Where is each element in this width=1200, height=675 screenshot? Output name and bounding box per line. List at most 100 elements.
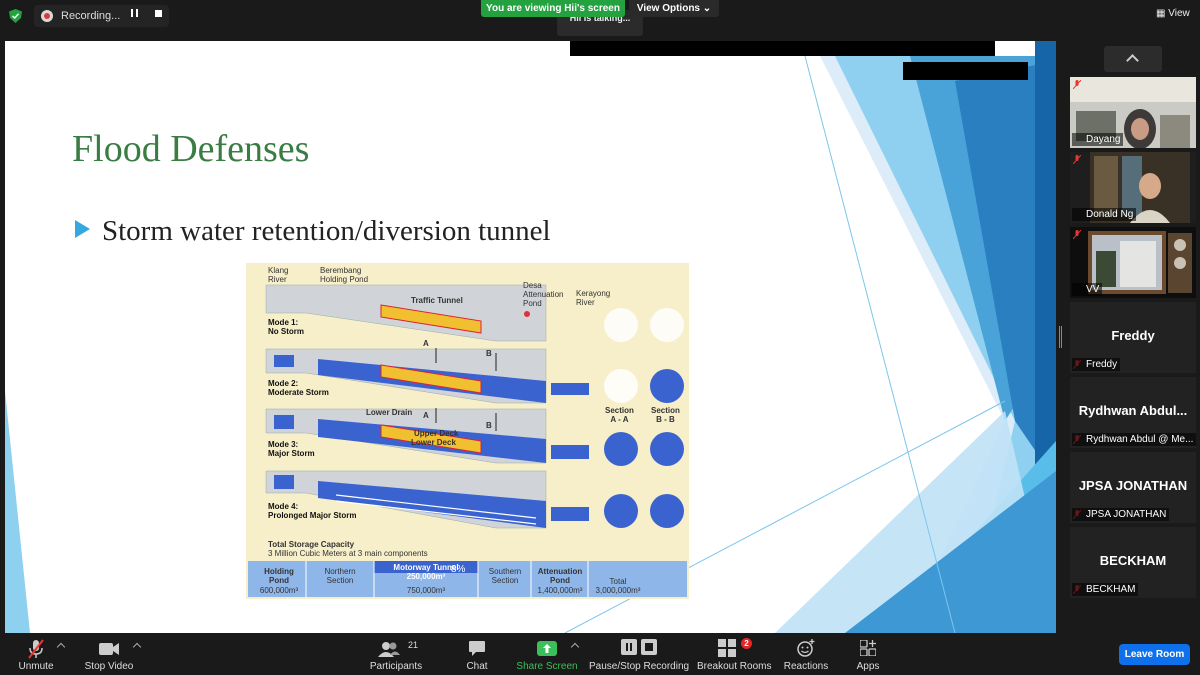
participant-name: Rydhwan Abdul @ Me... xyxy=(1072,433,1196,446)
apps-button[interactable]: Apps xyxy=(848,635,888,675)
klang-river-label: Klang River xyxy=(268,266,289,284)
chevron-up-icon xyxy=(1126,54,1139,67)
arrow-b-label: B xyxy=(486,421,492,430)
stop-recording-icon[interactable] xyxy=(155,10,162,17)
recording-label: Recording... xyxy=(61,10,121,22)
view-button[interactable]: ▦ View xyxy=(1156,8,1190,19)
table-motorway-pct: 8% xyxy=(451,564,466,575)
share-screen-icon xyxy=(537,641,557,656)
section-bb-label: Section B - B xyxy=(651,406,680,424)
shared-screen: Flood Defenses Storm water retention/div… xyxy=(5,41,1056,633)
share-screen-button[interactable]: Share Screen xyxy=(515,635,579,675)
berembang-label: Berembang Holding Pond xyxy=(320,266,369,284)
breakout-rooms-label: Breakout Rooms xyxy=(697,661,772,672)
chat-bubble-icon xyxy=(469,641,485,656)
mic-muted-icon xyxy=(28,639,44,659)
video-tile-dayang[interactable]: Dayang xyxy=(1070,77,1196,148)
mic-muted-icon xyxy=(1073,155,1081,164)
video-camera-icon xyxy=(99,643,119,655)
slide-title: Flood Defenses xyxy=(72,128,310,170)
apps-icon xyxy=(860,640,876,656)
participant-display-name: Freddy xyxy=(1111,328,1155,343)
kerayong-label: Kerayong River xyxy=(576,289,611,307)
view-label: View xyxy=(1168,8,1190,19)
scroll-up-button[interactable] xyxy=(1104,46,1162,72)
participant-name: Donald Ng xyxy=(1072,208,1137,221)
participants-icon xyxy=(378,642,400,657)
table-value-attenuation: 1,400,000m³ xyxy=(537,586,583,595)
stop-video-button[interactable]: Stop Video xyxy=(78,635,140,675)
participants-count: 21 xyxy=(408,640,419,650)
table-head-holding-pond: Holding Pond xyxy=(264,567,294,585)
tunnel-diagram: Klang River Berembang Holding Pond Desa … xyxy=(246,263,689,599)
apps-label: Apps xyxy=(856,661,880,672)
pause-stop-icon xyxy=(621,639,657,655)
meeting-toolbar: Unmute Stop Video 21 Participants Chat S… xyxy=(0,635,1200,675)
upper-deck-label: Upper Deck xyxy=(414,429,459,438)
video-tile-vv[interactable]: VV xyxy=(1070,227,1196,298)
table-head-southern: Southern Section xyxy=(488,567,522,585)
participant-name: VV xyxy=(1072,283,1103,296)
mode-3-label: Mode 3: Major Storm xyxy=(268,440,315,458)
section-aa-label: Section A - A xyxy=(605,406,634,424)
pause-stop-recording-label: Pause/Stop Recording xyxy=(589,661,690,672)
participant-display-name: BECKHAM xyxy=(1099,553,1167,568)
reactions-button[interactable]: Reactions xyxy=(780,635,832,675)
table-value-holding-pond: 600,000m³ xyxy=(259,586,299,595)
top-bar: Recording... Hii is talking... You are v… xyxy=(0,0,1200,36)
table-value-total: 3,000,000m³ xyxy=(595,586,641,595)
mode-1-label: Mode 1: No Storm xyxy=(268,318,304,336)
bullet-triangle-icon xyxy=(75,220,90,238)
participants-button[interactable]: 21 Participants xyxy=(365,635,427,675)
table-head-attenuation: Attenuation Pond xyxy=(537,567,583,585)
desa-label: Desa Attenuation Pond xyxy=(523,281,564,308)
share-screen-label: Share Screen xyxy=(516,661,578,672)
leave-room-button[interactable]: Leave Room xyxy=(1119,644,1190,665)
table-head-total: Total xyxy=(609,577,627,586)
participant-display-name: JPSA JONATHAN xyxy=(1078,478,1188,493)
security-shield-icon[interactable] xyxy=(9,9,22,23)
chat-button[interactable]: Chat xyxy=(455,635,499,675)
grid-icon: ▦ xyxy=(1156,8,1166,19)
participant-name: BECKHAM xyxy=(1072,583,1139,596)
view-options-button[interactable]: View Options ⌄ xyxy=(629,0,719,17)
breakout-rooms-icon xyxy=(718,639,736,657)
unmute-button[interactable]: Unmute xyxy=(10,635,62,675)
breakout-rooms-button[interactable]: 2 Breakout Rooms xyxy=(697,635,771,675)
participant-name: Freddy xyxy=(1072,358,1121,371)
recording-icon xyxy=(41,10,53,22)
name-tile-rydhwan[interactable]: Rydhwan Abdul... Rydhwan Abdul @ Me... xyxy=(1070,377,1196,448)
table-head-northern: Northern Section xyxy=(324,567,356,585)
capacity-subtitle: 3 Million Cubic Meters at 3 main compone… xyxy=(268,549,428,558)
participant-name: Dayang xyxy=(1072,133,1124,146)
traffic-tunnel-label: Traffic Tunnel xyxy=(411,296,463,305)
breakout-badge: 2 xyxy=(741,638,752,649)
pause-stop-recording-button[interactable]: Pause/Stop Recording xyxy=(589,635,689,675)
participants-gallery: Dayang Donald Ng VV Freddy Freddy Rydhwa… xyxy=(1062,32,1200,635)
name-tile-beckham[interactable]: BECKHAM BECKHAM xyxy=(1070,527,1196,598)
arrow-b-label: B xyxy=(486,349,492,358)
participant-name: JPSA JONATHAN xyxy=(1072,508,1170,521)
viewing-banner: You are viewing Hii's screen xyxy=(481,0,625,17)
arrow-a-label: A xyxy=(423,339,429,348)
bullet-text: Storm water retention/diversion tunnel xyxy=(102,215,551,247)
name-tile-freddy[interactable]: Freddy Freddy xyxy=(1070,302,1196,373)
arrow-a-label: A xyxy=(423,411,429,420)
unmute-label: Unmute xyxy=(18,661,54,672)
redacted-bar xyxy=(570,41,995,56)
table-value-motorway: 750,000m³ xyxy=(406,586,446,595)
mic-muted-icon xyxy=(1073,230,1081,239)
mode-4-label: Mode 4: Prolonged Major Storm xyxy=(268,502,357,520)
lower-deck-label: Lower Deck xyxy=(411,438,456,447)
smiley-icon xyxy=(797,639,815,657)
mic-muted-icon xyxy=(1073,80,1081,89)
capacity-title: Total Storage Capacity xyxy=(268,540,355,549)
chat-label: Chat xyxy=(466,661,488,672)
chevron-down-icon: ⌄ xyxy=(702,3,712,14)
recording-indicator: Recording... xyxy=(34,5,169,27)
name-tile-jpsa-jonathan[interactable]: JPSA JONATHAN JPSA JONATHAN xyxy=(1070,452,1196,523)
video-tile-donald-ng[interactable]: Donald Ng xyxy=(1070,152,1196,223)
mode-2-label: Mode 2: Moderate Storm xyxy=(268,379,329,397)
participant-display-name: Rydhwan Abdul... xyxy=(1078,403,1188,418)
pause-recording-icon[interactable] xyxy=(131,9,138,17)
